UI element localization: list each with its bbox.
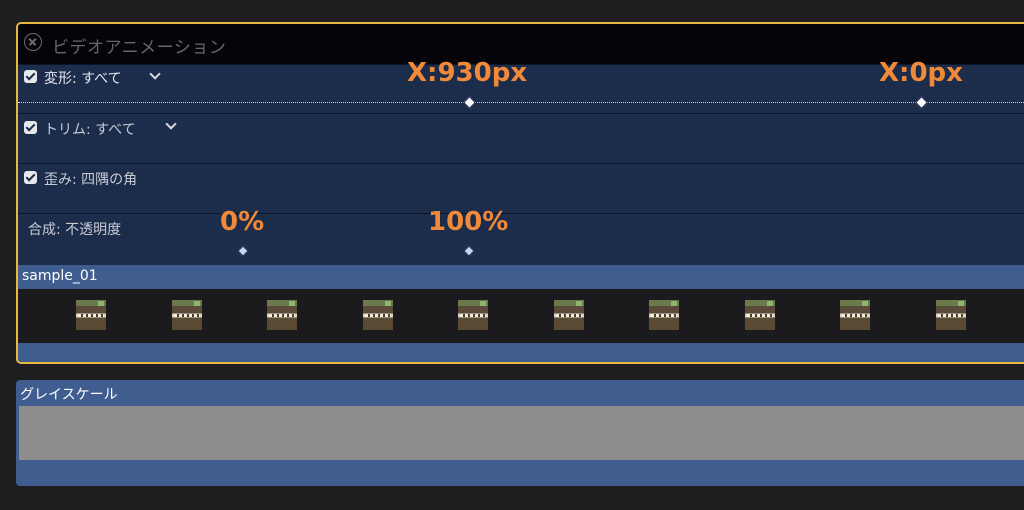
param-row-trim[interactable]: トリム: すべて	[18, 113, 1024, 163]
clip-thumbnail	[649, 300, 679, 330]
chevron-down-icon[interactable]	[149, 68, 161, 80]
param-row-opacity[interactable]: 合成: 不透明度	[18, 213, 1024, 263]
clip-thumbnail	[744, 300, 775, 330]
clip-thumbnail	[171, 300, 202, 330]
clip-thumbnail	[935, 300, 966, 330]
transform-label: 変形: すべて	[44, 71, 122, 87]
distort-label: 歪み: 四隅の角	[44, 172, 138, 188]
clip-name-bar[interactable]: sample_01	[18, 265, 1024, 289]
clip-name: sample_01	[22, 268, 98, 284]
clip-thumbnail	[458, 300, 488, 330]
audio-bar	[18, 343, 1024, 362]
transform-checkbox[interactable]	[24, 70, 37, 83]
clip-thumbnail	[267, 300, 297, 330]
clip-thumbnail	[840, 300, 870, 330]
distort-checkbox[interactable]	[24, 171, 37, 184]
trim-label: トリム: すべて	[44, 122, 136, 138]
clip-thumbnail	[362, 300, 393, 330]
opacity-label: 合成: 不透明度	[28, 222, 122, 238]
annotation-opacity-start: 0%	[220, 207, 265, 237]
clip-thumbnail	[76, 300, 106, 330]
grayscale-clip-body[interactable]	[19, 406, 1024, 460]
video-animation-title: ビデオアニメーション	[52, 38, 227, 58]
keyframe-diamond-icon[interactable]	[237, 245, 249, 257]
transform-keyframe-line	[18, 102, 1024, 103]
keyframe-diamond-icon[interactable]	[463, 96, 476, 109]
clip-thumbnail	[553, 300, 584, 330]
trim-checkbox[interactable]	[24, 121, 37, 134]
param-row-distort[interactable]: 歪み: 四隅の角	[18, 163, 1024, 213]
grayscale-clip[interactable]: グレイスケール	[16, 380, 1024, 486]
chevron-down-icon[interactable]	[165, 118, 177, 130]
keyframe-diamond-icon[interactable]	[463, 245, 475, 257]
annotation-transform-end: X:0px	[879, 58, 963, 88]
annotation-transform-start: X:930px	[407, 58, 528, 88]
keyframe-diamond-icon[interactable]	[915, 96, 928, 109]
clip-filmstrip[interactable]	[18, 289, 1024, 343]
close-circle-icon[interactable]	[24, 33, 42, 51]
grayscale-clip-name: グレイスケール	[20, 387, 118, 403]
annotation-opacity-end: 100%	[428, 207, 509, 237]
